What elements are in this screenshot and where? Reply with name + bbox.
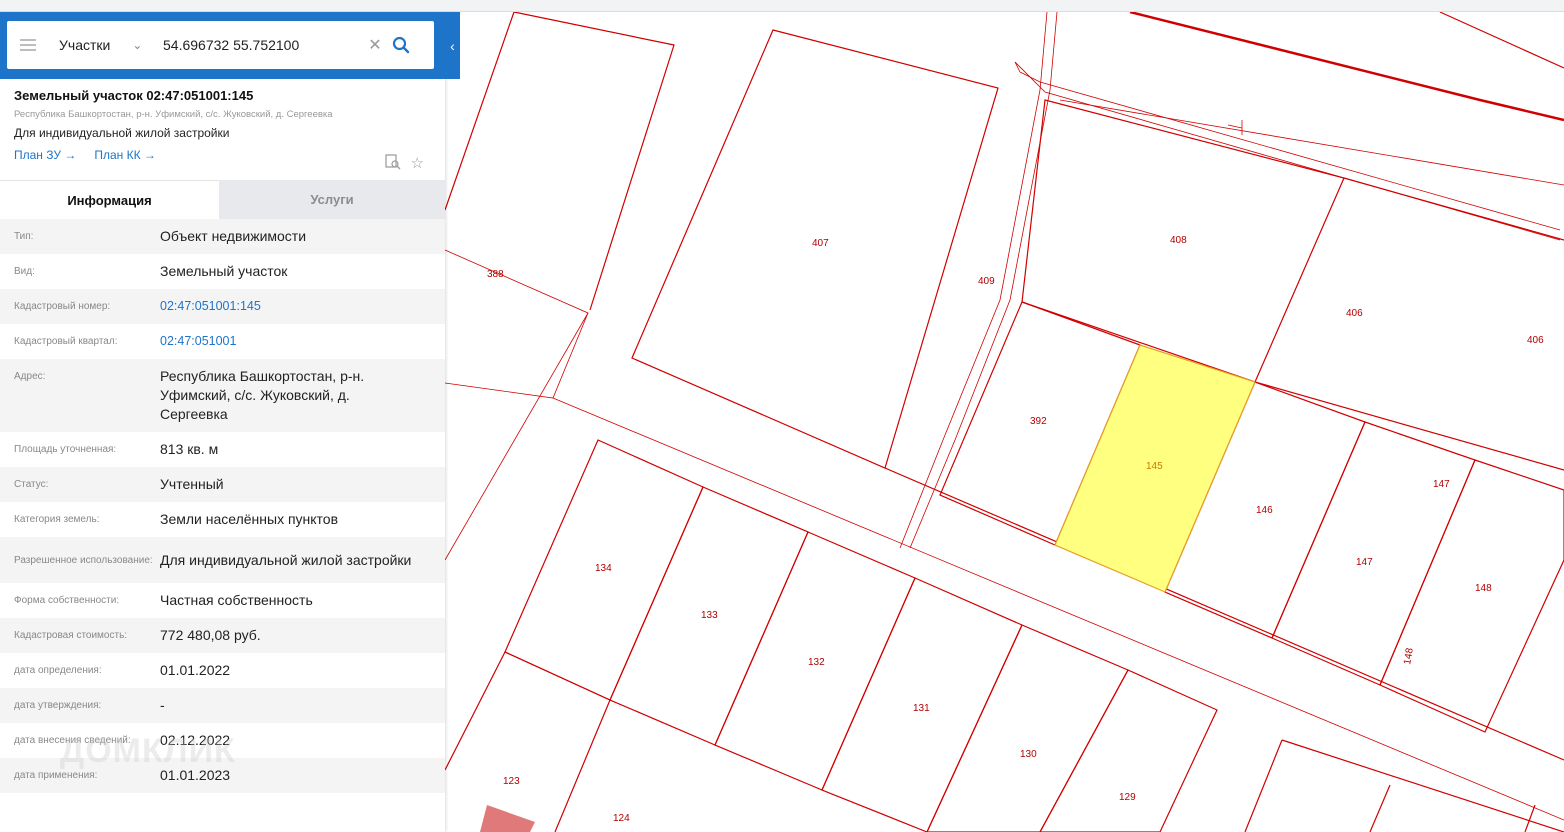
collapse-panel-icon[interactable]: ‹ — [445, 34, 460, 58]
search-icon[interactable] — [386, 30, 416, 60]
label-130: 130 — [1020, 749, 1037, 760]
layer-select-label: Участки — [59, 37, 111, 53]
row-label: Разрешенное использование: — [14, 554, 153, 566]
layer-select[interactable]: Участки ⌄ — [49, 37, 159, 53]
panel-tabs: Информация Услуги — [0, 180, 445, 219]
cadastral-quarter-link[interactable]: 02:47:051001 — [160, 324, 445, 359]
parcel-boundary — [513, 11, 675, 311]
row-label: Тип: — [14, 231, 34, 242]
info-row-status: Статус: Учтенный — [0, 467, 445, 502]
row-value: Республика Башкортостан, р-н. Уфимский, … — [160, 368, 365, 422]
row-label: Статус: — [14, 479, 49, 490]
info-row-ownership: Форма собственности: Частная собственнос… — [0, 583, 445, 618]
label-123: 123 — [503, 776, 520, 787]
info-row-permitted-use: Разрешенное использование: Для индивидуа… — [0, 537, 445, 583]
star-icon[interactable]: ☆ — [411, 154, 424, 174]
row-label: Кадастровый квартал: — [14, 336, 118, 347]
object-title: Земельный участок 02:47:051001:145 — [14, 88, 254, 103]
search-header: Участки ⌄ ✕ ‹ — [0, 12, 460, 79]
info-row-cadastral-number: Кадастровый номер: 02:47:051001:145 — [0, 289, 445, 324]
info-row-cadastral-value: Кадастровая стоимость: 772 480,08 руб. — [0, 618, 445, 653]
info-row-cadastral-quarter: Кадастровый квартал: 02:47:051001 — [0, 324, 445, 359]
row-value: Учтенный — [160, 476, 224, 492]
tab-info[interactable]: Информация — [0, 180, 219, 219]
row-label: Кадастровая стоимость: — [14, 630, 128, 641]
parcel-148 — [1379, 459, 1564, 733]
search-bar: Участки ⌄ ✕ — [7, 21, 434, 69]
label-124: 124 — [613, 813, 630, 824]
close-icon[interactable]: ✕ — [364, 35, 386, 55]
hamburger-menu-icon[interactable] — [7, 21, 49, 69]
label-409: 409 — [978, 276, 995, 287]
info-row-type: Тип: Объект недвижимости — [0, 219, 445, 254]
object-address: Республика Башкортостан, р-н. Уфимский, … — [14, 109, 333, 120]
label-408: 408 — [1170, 235, 1187, 246]
label-392: 392 — [1030, 416, 1047, 427]
building-marker — [480, 805, 535, 832]
row-label: Адрес: — [14, 371, 46, 382]
info-row-date-determined: дата определения: 01.01.2022 — [0, 653, 445, 688]
label-133: 133 — [701, 610, 718, 621]
cadastral-number-link[interactable]: 02:47:051001:145 — [160, 289, 445, 324]
row-label: Площадь уточненная: — [14, 444, 117, 455]
row-value: Объект недвижимости — [160, 228, 307, 244]
search-input[interactable] — [159, 30, 364, 60]
browser-top-strip — [0, 0, 1564, 12]
row-label: Кадастровый номер: — [14, 301, 111, 312]
label-134: 134 — [595, 563, 612, 574]
tab-services[interactable]: Услуги — [219, 180, 445, 219]
label-146: 146 — [1256, 505, 1273, 516]
label-147-b: 147 — [1356, 557, 1373, 568]
zoom-to-object-icon[interactable] — [384, 154, 401, 174]
row-label: дата утверждения: — [14, 700, 102, 711]
label-388: 388 — [487, 269, 504, 280]
row-label: Категория земель: — [14, 514, 100, 525]
chevron-down-icon: ⌄ — [132, 38, 143, 52]
label-145: 145 — [1146, 461, 1163, 472]
row-value: 01.01.2022 — [160, 662, 231, 678]
plan-kk-link[interactable]: План КК → — [94, 148, 156, 162]
object-header: Земельный участок 02:47:051001:145 Респу… — [14, 88, 434, 172]
row-value: - — [160, 697, 165, 713]
row-value: Частная собственность — [160, 592, 313, 608]
label-406-b: 406 — [1527, 335, 1544, 346]
row-value: Земельный участок — [160, 263, 288, 279]
row-label: дата определения: — [14, 665, 102, 676]
label-132: 132 — [808, 657, 825, 668]
label-131: 131 — [913, 703, 930, 714]
info-panel: Участки ⌄ ✕ ‹ Земельный участок 02:47:05… — [0, 12, 460, 832]
info-row-area: Площадь уточненная: 813 кв. м — [0, 432, 445, 467]
label-148-a: 148 — [1475, 583, 1492, 594]
row-label: Вид: — [14, 266, 35, 277]
plan-zu-link[interactable]: План ЗУ → — [14, 148, 76, 162]
info-row-address: Адрес: Республика Башкортостан, р-н. Уфи… — [0, 359, 445, 432]
row-value: 772 480,08 руб. — [160, 627, 261, 643]
info-row-date-approved: дата утверждения: - — [0, 688, 445, 723]
row-value: Земли населённых пунктов — [160, 511, 339, 527]
header-actions: ☆ — [384, 154, 424, 174]
domclick-watermark: ДОМКЛИК — [60, 732, 236, 770]
object-usage: Для индивидуальной жилой застройки — [14, 126, 230, 140]
parcel-147 — [1271, 421, 1476, 686]
parcel-129 — [1039, 669, 1218, 832]
row-label: Форма собственности: — [14, 595, 120, 606]
info-table: Тип: Объект недвижимости Вид: Земельный … — [0, 219, 445, 793]
plan-links: План ЗУ → План КК → — [14, 148, 434, 162]
row-value: 813 кв. м — [160, 441, 219, 457]
row-value: Для индивидуальной жилой застройки — [160, 551, 412, 568]
info-row-kind: Вид: Земельный участок — [0, 254, 445, 289]
parcel-407 — [631, 29, 999, 469]
label-407: 407 — [812, 238, 829, 249]
label-148-b: 148 — [1402, 647, 1416, 666]
info-row-land-category: Категория земель: Земли населённых пункт… — [0, 502, 445, 537]
parcel-130 — [926, 624, 1129, 832]
label-129: 129 — [1119, 792, 1136, 803]
label-147-a: 147 — [1433, 479, 1450, 490]
label-406-a: 406 — [1346, 308, 1363, 319]
